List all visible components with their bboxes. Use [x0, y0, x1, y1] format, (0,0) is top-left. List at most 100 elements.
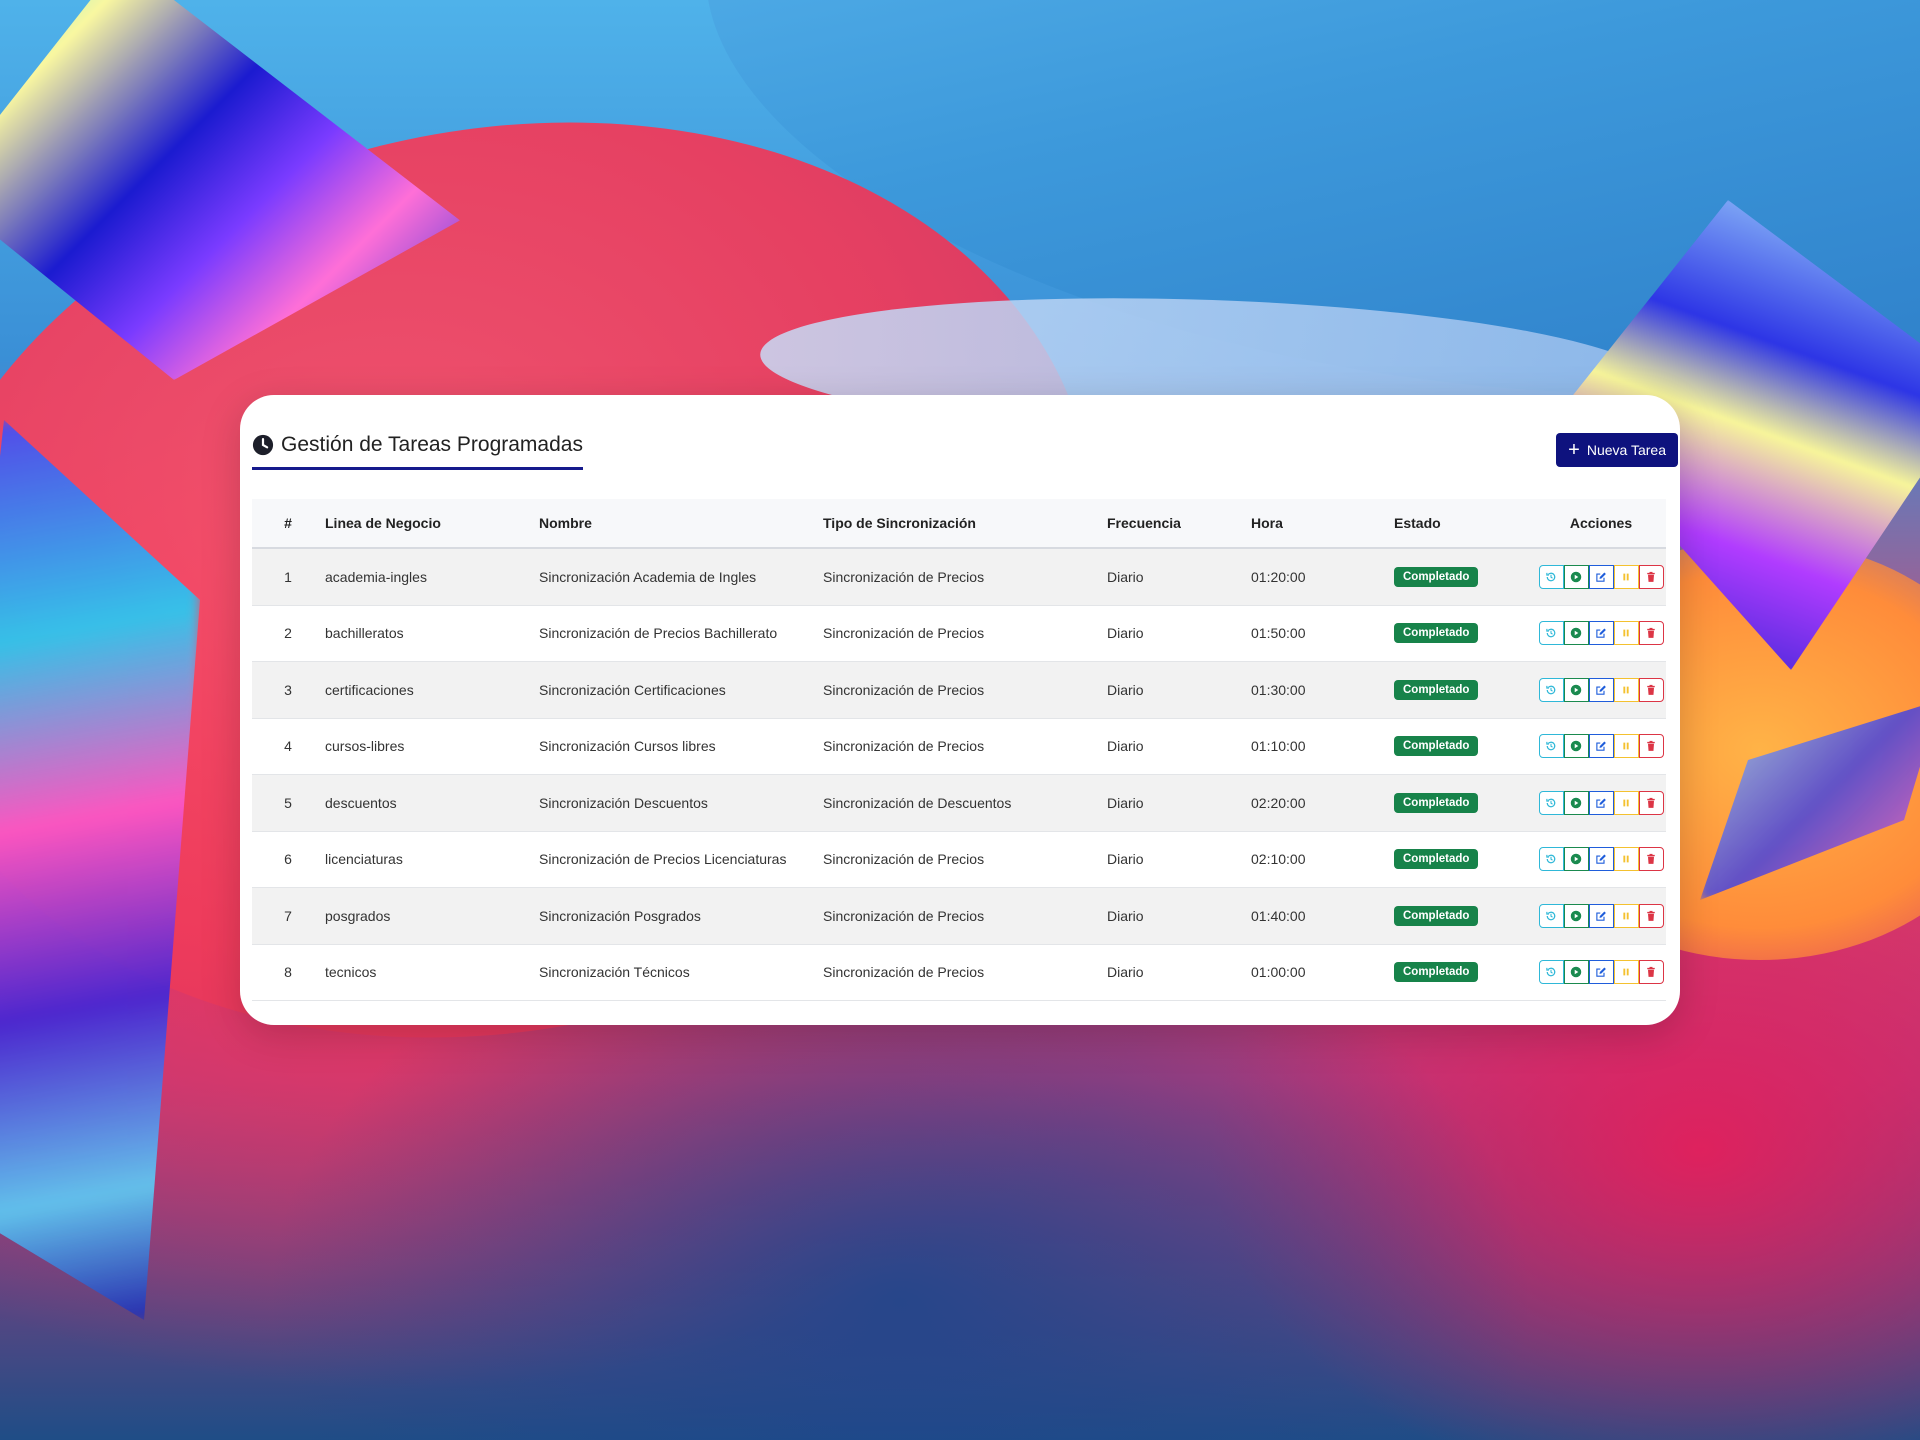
history-button[interactable]: [1538, 960, 1564, 985]
pause-button[interactable]: [1613, 847, 1639, 872]
table-header-row: # Linea de Negocio Nombre Tipo de Sincro…: [252, 499, 1666, 549]
row-actions: [1536, 661, 1666, 719]
delete-button[interactable]: [1638, 621, 1664, 646]
row-sync-type: Sincronización de Precios: [822, 718, 1106, 775]
history-button[interactable]: [1538, 734, 1564, 759]
row-actions: [1536, 718, 1666, 775]
pause-button[interactable]: [1613, 903, 1639, 928]
row-index: 5: [252, 774, 324, 832]
pause-button[interactable]: [1613, 621, 1639, 646]
row-business-line: academia-ingles: [324, 548, 538, 606]
delete-button[interactable]: [1638, 734, 1664, 759]
run-button[interactable]: [1563, 790, 1589, 815]
action-group: [1538, 677, 1664, 702]
trash-icon: [1647, 628, 1655, 639]
row-index: 8: [252, 944, 324, 1001]
row-sync-type: Sincronización de Precios: [822, 605, 1106, 662]
edit-button[interactable]: [1588, 677, 1614, 702]
run-button[interactable]: [1563, 847, 1589, 872]
row-index: 4: [252, 718, 324, 775]
pause-button[interactable]: [1613, 564, 1639, 589]
trash-icon: [1647, 854, 1655, 865]
edit-button[interactable]: [1588, 564, 1614, 589]
row-sync-type: Sincronización de Precios: [822, 944, 1106, 1001]
status-badge: Completado: [1394, 792, 1479, 813]
table-row: 4 cursos-libres Sincronización Cursos li…: [252, 718, 1666, 775]
edit-button[interactable]: [1588, 903, 1614, 928]
row-sync-type: Sincronización de Precios: [822, 887, 1106, 945]
delete-button[interactable]: [1638, 903, 1664, 928]
pause-button[interactable]: [1613, 677, 1639, 702]
delete-button[interactable]: [1638, 564, 1664, 589]
pause-icon: [1623, 629, 1629, 637]
action-group: [1538, 960, 1664, 985]
run-button[interactable]: [1563, 564, 1589, 589]
history-button[interactable]: [1538, 564, 1564, 589]
run-button[interactable]: [1563, 903, 1589, 928]
history-button[interactable]: [1538, 677, 1564, 702]
history-button[interactable]: [1538, 621, 1564, 646]
history-icon: [1546, 911, 1556, 921]
row-sync-type: Sincronización de Precios: [822, 661, 1106, 719]
run-button[interactable]: [1563, 960, 1589, 985]
history-icon: [1546, 628, 1556, 638]
pause-icon: [1623, 968, 1629, 976]
new-task-button[interactable]: + Nueva Tarea: [1556, 433, 1678, 467]
row-business-line: licenciaturas: [324, 831, 538, 888]
play-icon: [1570, 571, 1582, 582]
history-icon: [1546, 741, 1556, 751]
row-frequency: Diario: [1106, 718, 1250, 775]
row-time: 01:50:00: [1250, 605, 1393, 662]
row-task-name: Sincronización de Precios Licenciaturas: [538, 831, 822, 888]
history-button[interactable]: [1538, 903, 1564, 928]
column-header-time: Hora: [1250, 499, 1393, 549]
edit-icon: [1596, 741, 1606, 751]
row-time: 01:10:00: [1250, 718, 1393, 775]
edit-button[interactable]: [1588, 734, 1614, 759]
row-actions: [1536, 605, 1666, 662]
row-frequency: Diario: [1106, 774, 1250, 832]
run-button[interactable]: [1563, 734, 1589, 759]
delete-button[interactable]: [1638, 960, 1664, 985]
table-row: 2 bachilleratos Sincronización de Precio…: [252, 605, 1666, 662]
edit-button[interactable]: [1588, 847, 1614, 872]
edit-button[interactable]: [1588, 621, 1614, 646]
run-button[interactable]: [1563, 621, 1589, 646]
row-actions: [1536, 944, 1666, 1001]
pause-button[interactable]: [1613, 790, 1639, 815]
delete-button[interactable]: [1638, 847, 1664, 872]
row-actions: [1536, 774, 1666, 832]
row-index: 3: [252, 661, 324, 719]
status-badge: Completado: [1394, 962, 1479, 983]
history-button[interactable]: [1538, 790, 1564, 815]
row-time: 02:10:00: [1250, 831, 1393, 888]
history-icon: [1546, 854, 1556, 864]
table-row: 8 tecnicos Sincronización Técnicos Sincr…: [252, 944, 1666, 1001]
play-icon: [1570, 684, 1582, 695]
table-row: 5 descuentos Sincronización Descuentos S…: [252, 774, 1666, 832]
edit-button[interactable]: [1588, 790, 1614, 815]
row-state-cell: Completado: [1393, 944, 1536, 1001]
column-header-index: #: [252, 499, 324, 549]
row-sync-type: Sincronización de Descuentos: [822, 774, 1106, 832]
edit-icon: [1596, 628, 1606, 638]
pause-button[interactable]: [1613, 734, 1639, 759]
pause-button[interactable]: [1613, 960, 1639, 985]
delete-button[interactable]: [1638, 790, 1664, 815]
row-business-line: bachilleratos: [324, 605, 538, 662]
column-header-actions: Acciones: [1536, 499, 1666, 549]
edit-button[interactable]: [1588, 960, 1614, 985]
delete-button[interactable]: [1638, 677, 1664, 702]
row-actions: [1536, 548, 1666, 606]
run-button[interactable]: [1563, 677, 1589, 702]
history-icon: [1546, 685, 1556, 695]
row-business-line: cursos-libres: [324, 718, 538, 775]
play-icon: [1570, 797, 1582, 808]
edit-icon: [1596, 967, 1606, 977]
table-row: 1 academia-ingles Sincronización Academi…: [252, 548, 1666, 606]
row-state-cell: Completado: [1393, 774, 1536, 832]
row-business-line: certificaciones: [324, 661, 538, 719]
row-index: 1: [252, 548, 324, 606]
history-button[interactable]: [1538, 847, 1564, 872]
trash-icon: [1647, 910, 1655, 921]
